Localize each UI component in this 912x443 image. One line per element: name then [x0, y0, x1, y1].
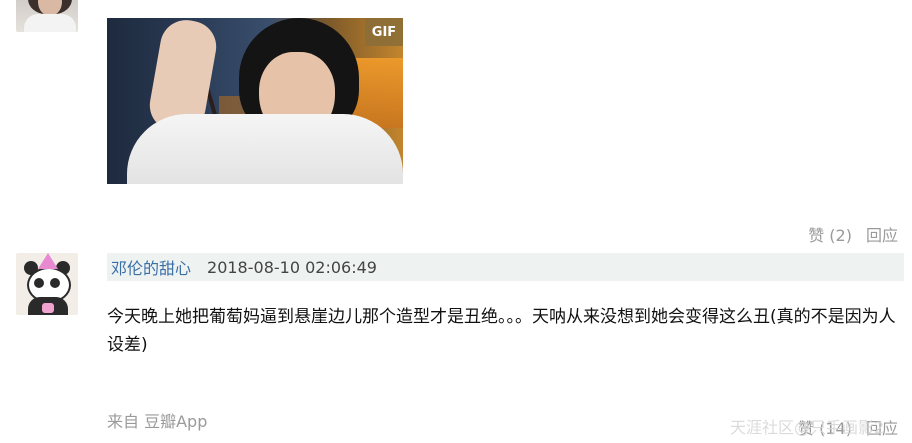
- reply-button[interactable]: 回应: [866, 222, 898, 246]
- like-button[interactable]: 赞 (2): [808, 222, 852, 246]
- gif-badge: GIF: [365, 18, 403, 46]
- source-label: 来自 豆瓣App: [107, 412, 208, 431]
- timestamp: 2018-08-10 02:06:49: [207, 257, 377, 277]
- username-link[interactable]: 邓伦的甜心: [111, 255, 191, 279]
- avatar[interactable]: [16, 253, 78, 315]
- prev-post-actions: 赞 (2) 回应: [808, 222, 898, 246]
- gif-image[interactable]: GIF: [107, 18, 403, 184]
- avatar[interactable]: [16, 0, 78, 32]
- comment-header: 邓伦的甜心 2018-08-10 02:06:49: [107, 253, 904, 281]
- comment-text: 今天晚上她把葡萄妈逼到悬崖边儿那个造型才是丑绝。。。天呐从来没想到她会变得这么丑…: [107, 307, 896, 355]
- comment-thread: GIF 赞 (2) 回应 邓伦的甜心 2018-08-10 02:06:49 今…: [0, 0, 912, 443]
- watermark: 天涯社区@只手画影2: [730, 418, 885, 437]
